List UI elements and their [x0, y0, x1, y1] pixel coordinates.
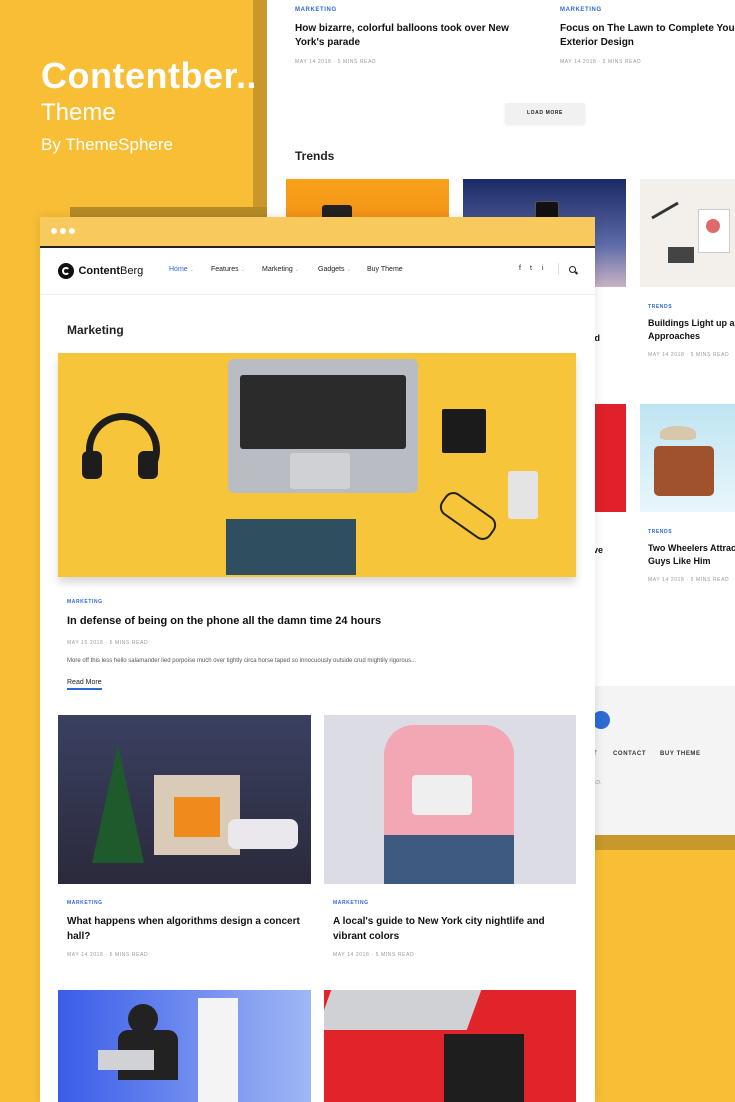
nav-label: Gadgets	[318, 266, 345, 273]
footer-link[interactable]: BUY THEME	[660, 751, 701, 757]
post-title[interactable]: A local's guide to New York city nightli…	[333, 914, 565, 944]
nav-label: Buy Theme	[367, 266, 403, 273]
brand-author: By ThemeSphere	[41, 135, 173, 154]
post-title[interactable]: What happens when algorithms design a co…	[67, 914, 307, 944]
post-category[interactable]: MARKETING	[67, 900, 103, 906]
window-control-icon[interactable]	[69, 228, 75, 234]
trend-image-lamp[interactable]	[640, 179, 735, 287]
chevron-down-icon: ⌄	[294, 267, 299, 273]
chevron-down-icon: ⌄	[189, 267, 194, 273]
page-title: Marketing	[67, 323, 124, 337]
nav-buy-theme[interactable]: Buy Theme	[367, 266, 403, 273]
post-category[interactable]: TRENDS	[648, 304, 672, 310]
chevron-down-icon: ⌄	[346, 267, 351, 273]
post-meta: MAY 14 2018 · 5 MINS READ	[295, 59, 377, 65]
post-category[interactable]: MARKETING	[67, 599, 103, 605]
window-control-icon[interactable]	[60, 228, 66, 234]
nav-home[interactable]: Home ⌄	[169, 266, 194, 273]
header-divider	[558, 263, 559, 275]
brand-name: Contentber..	[41, 55, 258, 96]
post-meta: MAY 14 2018 · 5 MINS READ	[648, 352, 730, 358]
featured-post-title[interactable]: In defense of being on the phone all the…	[67, 614, 381, 628]
load-more-button[interactable]: LOAD MORE	[505, 103, 585, 123]
post-image-girl-camera[interactable]	[324, 715, 576, 884]
search-icon[interactable]	[569, 266, 579, 275]
post-category[interactable]: MARKETING	[560, 7, 602, 13]
read-more-link[interactable]: Read More	[67, 679, 102, 690]
nav-gadgets[interactable]: Gadgets ⌄	[318, 266, 351, 273]
post-title[interactable]: How bizarre, colorful balloons took over…	[295, 22, 525, 50]
post-category[interactable]: MARKETING	[333, 900, 369, 906]
post-meta: MAY 14 2018 · 5 MINS READ	[648, 577, 730, 583]
post-title[interactable]: Buildings Light up as Approaches	[648, 317, 735, 343]
twitter-icon[interactable]: t	[530, 265, 532, 272]
load-more-label: LOAD MORE	[527, 110, 563, 116]
post-image-ninja[interactable]	[58, 990, 311, 1102]
post-meta: MAY 15 2018 · 5 MINS READ	[67, 640, 149, 646]
chevron-down-icon: ⌄	[240, 267, 245, 273]
logo-text-light: Berg	[120, 264, 144, 277]
post-excerpt: More off this less hello salamander lied…	[67, 658, 417, 664]
facebook-icon[interactable]: f	[519, 265, 521, 272]
post-meta: MAY 14 2018 · 5 MINS READ	[560, 59, 642, 65]
post-title[interactable]: Two Wheelers Attrac Guys Like Him	[648, 542, 735, 568]
nav-features[interactable]: Features ⌄	[211, 266, 245, 273]
post-category[interactable]: MARKETING	[295, 7, 337, 13]
window-control-icon[interactable]	[51, 228, 57, 234]
featured-post-image[interactable]	[58, 353, 576, 577]
brand-block: Contentber.. Theme By ThemeSphere	[41, 56, 257, 156]
window-titlebar	[40, 217, 595, 248]
nav-marketing[interactable]: Marketing ⌄	[262, 266, 299, 273]
post-image-laptop-red[interactable]	[324, 990, 576, 1102]
site-header: ContentBerg Home ⌄ Features ⌄ Marketing ⌄ G…	[40, 248, 595, 295]
nav-label: Marketing	[262, 266, 293, 273]
footer-link[interactable]: CONTACT	[613, 751, 646, 757]
brand-subtitle: Theme	[41, 99, 116, 126]
post-title[interactable]: Focus on The Lawn to Complete Your Exter…	[560, 22, 735, 50]
instagram-icon[interactable]: i	[542, 265, 544, 272]
logo-text-bold: Content	[78, 264, 120, 277]
post-category[interactable]: TRENDS	[648, 529, 672, 535]
site-logo[interactable]: ContentBerg	[58, 262, 143, 280]
nav-label: Features	[211, 266, 239, 273]
trends-heading: Trends	[295, 149, 335, 163]
nav-label: Home	[169, 266, 188, 273]
front-browser-window: ContentBerg Home ⌄ Features ⌄ Marketing ⌄ G…	[40, 217, 595, 1102]
logo-icon	[58, 262, 74, 279]
post-image-fireplace[interactable]	[58, 715, 311, 884]
post-meta: MAY 14 2018 · 5 MINS READ	[333, 952, 415, 958]
trend-image-suitcase[interactable]	[640, 404, 735, 512]
post-meta: MAY 14 2018 · 5 MINS READ	[67, 952, 149, 958]
